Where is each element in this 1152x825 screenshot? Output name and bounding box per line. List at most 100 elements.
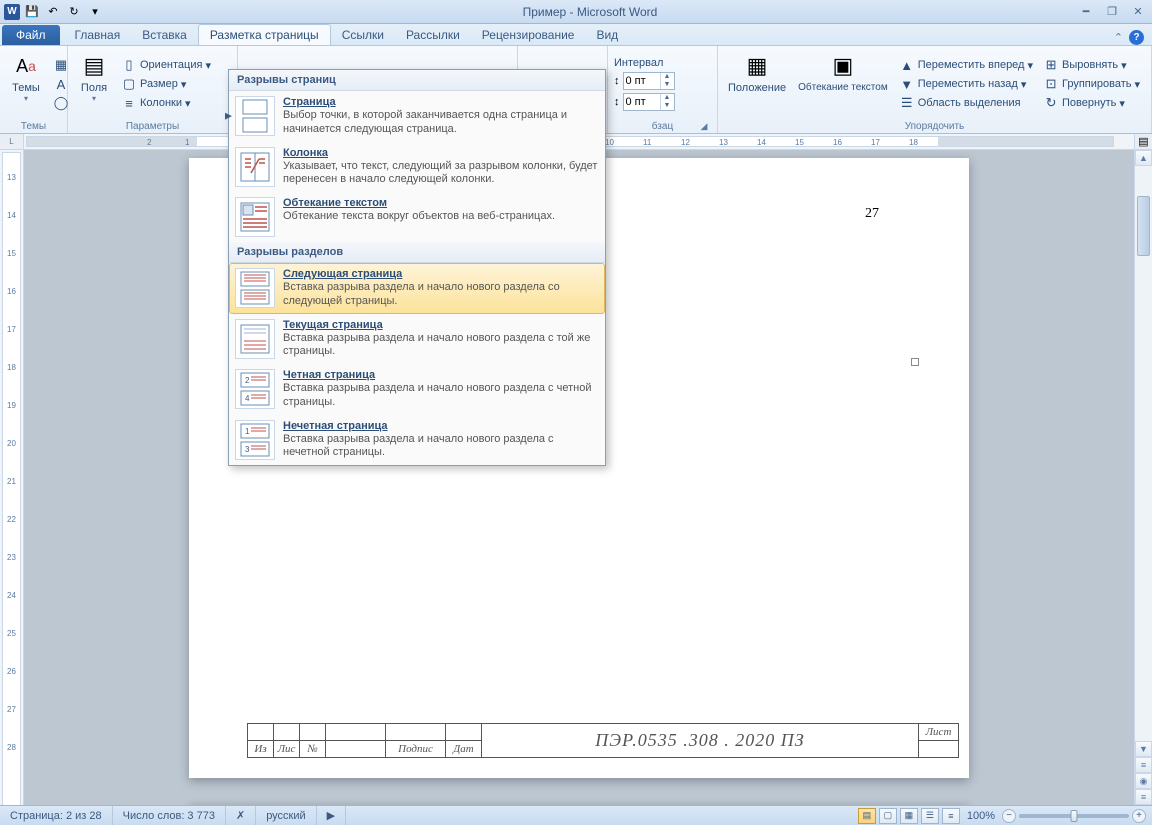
zoom-in-button[interactable]: +	[1132, 809, 1146, 823]
view-full-screen[interactable]: ▢	[879, 808, 897, 824]
themes-button[interactable]: Aa Темы ▾	[6, 48, 46, 120]
view-outline[interactable]: ☰	[921, 808, 939, 824]
columns-icon: ≡	[121, 95, 137, 111]
minimize-button[interactable]: ━	[1076, 5, 1096, 19]
tab-selector[interactable]: L	[0, 134, 24, 149]
file-tab[interactable]: Файл	[2, 25, 60, 45]
align-icon: ⊞	[1043, 57, 1059, 73]
send-backward-button[interactable]: ▼Переместить назад ▾	[896, 75, 1036, 93]
break-continuous-item[interactable]: Текущая страницаВставка разрыва раздела …	[229, 314, 605, 365]
browse-object-button[interactable]: ◉	[1135, 773, 1152, 789]
send-backward-icon: ▼	[899, 76, 915, 92]
break-next-page-item[interactable]: Следующая страницаВставка разрыва раздел…	[229, 263, 605, 314]
next-page-button[interactable]: ≡	[1135, 789, 1152, 805]
prev-page-button[interactable]: ≡	[1135, 757, 1152, 773]
size-button[interactable]: ▢Размер ▾	[118, 75, 214, 93]
view-web-layout[interactable]: ▦	[900, 808, 918, 824]
breaks-dropdown: Разрывы страниц СтраницаВыбор точки, в к…	[228, 69, 606, 466]
position-icon: ▦	[741, 50, 773, 82]
macro-icon: ▶	[327, 809, 335, 822]
wrap-icon: ▣	[827, 50, 859, 82]
redo-icon: ↻	[69, 5, 78, 18]
bring-forward-button[interactable]: ▲Переместить вперед ▾	[896, 56, 1036, 74]
scroll-thumb[interactable]	[1137, 196, 1150, 256]
zoom-out-button[interactable]: −	[1002, 809, 1016, 823]
fonts-icon: A	[53, 76, 69, 92]
break-page-item[interactable]: СтраницаВыбор точки, в которой заканчива…	[229, 91, 605, 142]
break-even-page-item[interactable]: 24 Четная страницаВставка разрыва раздел…	[229, 364, 605, 415]
status-page[interactable]: Страница: 2 из 28	[0, 806, 113, 825]
title-block: ПЭР.0535 .308 . 2020 ПЗ Лист Из Лис № По…	[247, 723, 959, 758]
rotate-icon: ↻	[1043, 95, 1059, 111]
tab-review[interactable]: Рецензирование	[471, 25, 586, 45]
svg-text:3: 3	[245, 445, 250, 454]
vertical-ruler[interactable]: 13 14 15 16 17 18 19 20 21 22 23 24 25 2…	[0, 150, 24, 805]
position-button[interactable]: ▦ Положение	[724, 48, 790, 120]
status-macro[interactable]: ▶	[317, 806, 346, 825]
spacing-before-input[interactable]: ▲▼	[623, 72, 675, 90]
status-word-count[interactable]: Число слов: 3 773	[113, 806, 226, 825]
ruler-toggle-button[interactable]: ▤	[1134, 134, 1152, 149]
word-icon: W	[4, 4, 20, 20]
save-icon: 💾	[25, 5, 39, 18]
vertical-scrollbar[interactable]: ▲ ▼ ≡ ◉ ≡	[1134, 150, 1152, 805]
tab-home[interactable]: Главная	[64, 25, 132, 45]
next-page-section-icon	[235, 268, 275, 308]
close-button[interactable]: ✕	[1128, 5, 1148, 19]
zoom-thumb[interactable]	[1071, 810, 1078, 822]
status-proofing[interactable]: ✗	[226, 806, 256, 825]
bring-forward-icon: ▲	[899, 57, 915, 73]
save-button[interactable]: 💾	[23, 3, 41, 21]
chevron-down-icon: ▾	[92, 5, 98, 18]
even-page-section-icon: 24	[235, 369, 275, 409]
spacing-after-icon: ↕	[614, 96, 620, 108]
help-button[interactable]: ?	[1129, 30, 1144, 45]
scroll-down-button[interactable]: ▼	[1135, 741, 1152, 757]
undo-button[interactable]: ↶	[44, 3, 62, 21]
tab-view[interactable]: Вид	[585, 25, 629, 45]
spacing-after-input[interactable]: ▲▼	[623, 93, 675, 111]
rotate-button[interactable]: ↻Повернуть ▾	[1040, 94, 1143, 112]
tab-mailings[interactable]: Рассылки	[395, 25, 471, 45]
selection-pane-button[interactable]: ☰Область выделения	[896, 94, 1036, 112]
status-language[interactable]: русский	[256, 806, 316, 825]
margins-button[interactable]: ▤ Поля ▾	[74, 48, 114, 120]
dropdown-section-page-breaks: Разрывы страниц	[229, 70, 605, 91]
zoom-level[interactable]: 100%	[967, 810, 995, 822]
column-break-icon	[235, 147, 275, 187]
restore-button[interactable]: ❐	[1102, 5, 1122, 19]
titlebar: W 💾 ↶ ↻ ▾ Пример - Microsoft Word ━ ❐ ✕	[0, 0, 1152, 24]
wrap-text-button[interactable]: ▣ Обтекание текстом	[794, 48, 892, 120]
orientation-icon: ▯	[121, 57, 137, 73]
tab-insert[interactable]: Вставка	[131, 25, 198, 45]
zoom-slider[interactable]	[1019, 814, 1129, 818]
view-print-layout[interactable]: ▤	[858, 808, 876, 824]
dropdown-section-section-breaks: Разрывы разделов	[229, 242, 605, 263]
tab-page-layout[interactable]: Разметка страницы	[198, 24, 331, 45]
margins-icon: ▤	[78, 50, 110, 82]
qat-dropdown[interactable]: ▾	[86, 3, 104, 21]
text-wrap-break-icon	[235, 197, 275, 237]
ribbon-tabs: Файл Главная Вставка Разметка страницы С…	[0, 24, 1152, 46]
themes-icon: Aa	[10, 50, 42, 82]
svg-text:2: 2	[245, 376, 250, 385]
object-anchor	[911, 358, 919, 366]
view-draft[interactable]: ≡	[942, 808, 960, 824]
tab-references[interactable]: Ссылки	[331, 25, 395, 45]
align-button[interactable]: ⊞Выровнять ▾	[1040, 56, 1143, 74]
break-text-wrap-item[interactable]: Обтекание текстомОбтекание текста вокруг…	[229, 192, 605, 242]
redo-button[interactable]: ↻	[65, 3, 83, 21]
break-odd-page-item[interactable]: 13 Нечетная страницаВставка разрыва разд…	[229, 415, 605, 466]
page-number: 27	[865, 206, 879, 222]
break-column-item[interactable]: КолонкаУказывает, что текст, следующий з…	[229, 142, 605, 193]
group-icon: ⊡	[1043, 76, 1059, 92]
minimize-ribbon-button[interactable]: ⌃	[1114, 31, 1123, 44]
group-button[interactable]: ⊡Группировать ▾	[1040, 75, 1143, 93]
orientation-button[interactable]: ▯Ориентация ▾	[118, 56, 214, 74]
columns-button[interactable]: ≡Колонки ▾	[118, 94, 214, 112]
svg-text:4: 4	[245, 394, 250, 403]
scroll-up-button[interactable]: ▲	[1135, 150, 1152, 166]
paragraph-dialog-launcher[interactable]: ◢	[697, 119, 711, 133]
proofing-icon: ✗	[236, 809, 245, 822]
svg-text:1: 1	[245, 427, 250, 436]
